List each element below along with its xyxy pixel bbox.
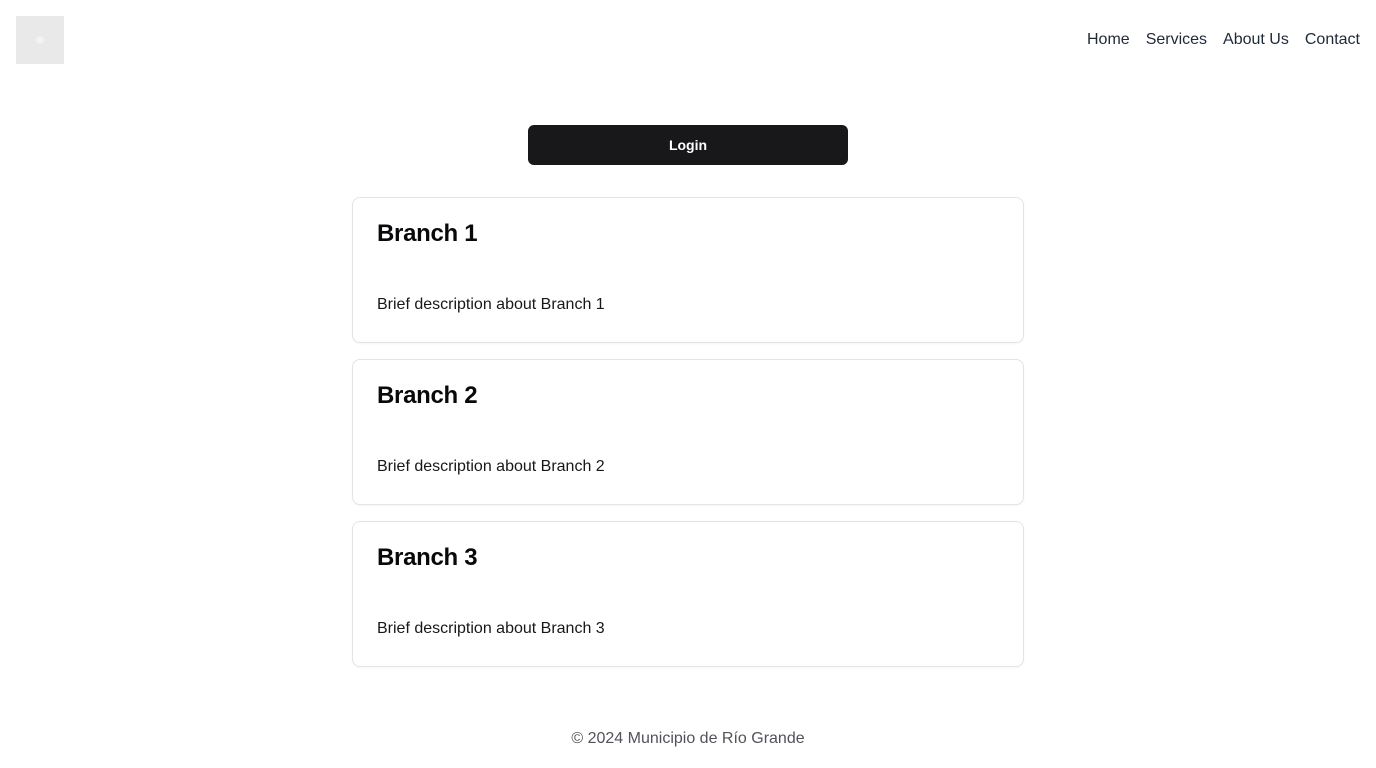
nav-link-services[interactable]: Services [1146,29,1207,51]
site-header: Home Services About Us Contact [0,0,1376,80]
branch-title: Branch 3 [377,544,478,571]
main-nav: Home Services About Us Contact [1087,29,1360,51]
page: Home Services About Us Contact Login Bra… [0,0,1376,768]
nav-link-home[interactable]: Home [1087,29,1130,51]
branch-list: Branch 1 Brief description about Branch … [352,197,1024,683]
copyright-text: © 2024 Municipio de Río Grande [571,730,805,747]
branch-description: Brief description about Branch 1 [377,296,605,313]
login-button[interactable]: Login [528,125,848,165]
branch-card-1: Branch 1 Brief description about Branch … [352,197,1024,343]
nav-link-contact[interactable]: Contact [1305,29,1360,51]
branch-title: Branch 2 [377,382,478,409]
nav-link-about-us[interactable]: About Us [1223,29,1289,51]
logo[interactable] [16,16,64,64]
branch-description: Brief description about Branch 2 [377,458,605,475]
branch-title: Branch 1 [377,220,478,247]
branch-card-3: Branch 3 Brief description about Branch … [352,521,1024,667]
site-footer: © 2024 Municipio de Río Grande [0,730,1376,748]
branch-card-2: Branch 2 Brief description about Branch … [352,359,1024,505]
image-placeholder-icon [36,36,44,44]
branch-description: Brief description about Branch 3 [377,620,605,637]
